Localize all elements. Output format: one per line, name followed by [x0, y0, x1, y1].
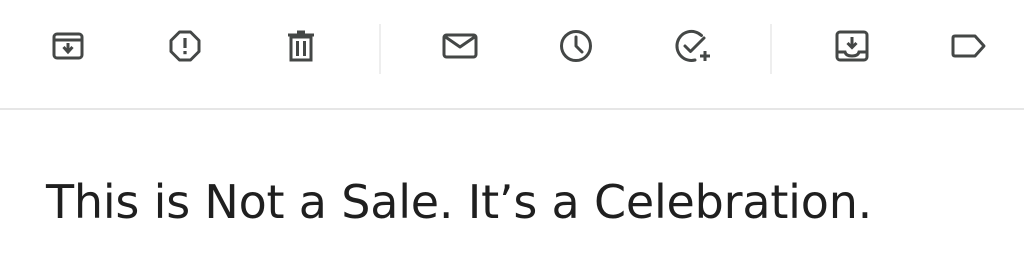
add-to-tasks-button[interactable]: [671, 24, 715, 68]
report-spam-button[interactable]: [163, 24, 207, 68]
trash-icon: [288, 30, 314, 62]
toolbar-divider: [770, 24, 772, 74]
move-to-button[interactable]: [830, 24, 874, 68]
email-toolbar: [0, 0, 1024, 110]
archive-button[interactable]: [46, 24, 90, 68]
report-spam-icon: [169, 30, 201, 62]
add-task-icon: [675, 30, 710, 62]
labels-button[interactable]: [946, 24, 990, 68]
mail-icon: [442, 33, 478, 59]
clock-icon: [560, 30, 592, 62]
label-icon: [951, 34, 986, 58]
email-subject: This is Not a Sale. It’s a Celebration.: [46, 175, 873, 229]
mark-unread-button[interactable]: [438, 24, 482, 68]
archive-icon: [52, 32, 84, 60]
toolbar-divider: [379, 24, 381, 74]
move-to-inbox-icon: [835, 30, 869, 62]
snooze-button[interactable]: [554, 24, 598, 68]
delete-button[interactable]: [279, 24, 323, 68]
